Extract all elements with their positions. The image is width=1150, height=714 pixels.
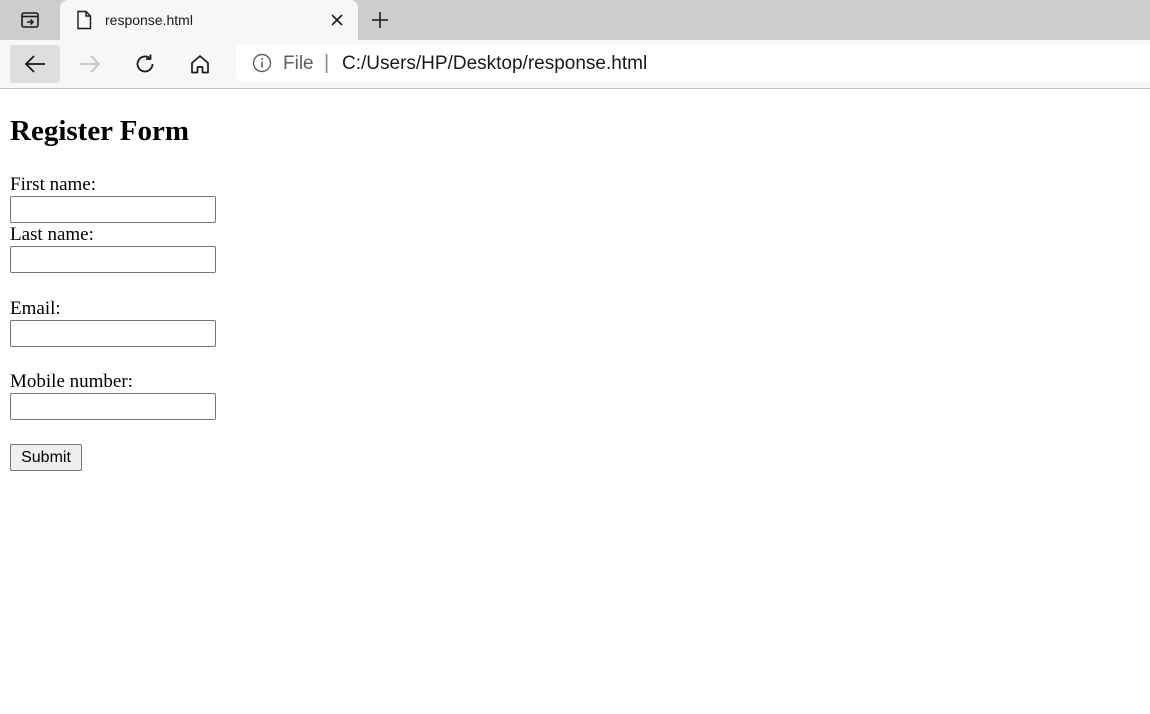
first-name-input[interactable] [10, 196, 216, 223]
email-input[interactable] [10, 320, 216, 347]
tab-title: response.html [105, 12, 193, 28]
refresh-icon [136, 54, 154, 73]
email-label: Email: [10, 298, 61, 319]
document-icon [74, 10, 94, 30]
tab-strip: response.html [0, 0, 1150, 40]
mobile-number-label: Mobile number: [10, 371, 133, 392]
submit-button[interactable]: Submit [10, 444, 82, 471]
last-name-input[interactable] [10, 246, 216, 273]
mobile-number-input[interactable] [10, 393, 216, 420]
url-scheme-label: File [283, 53, 314, 74]
forward-button[interactable] [65, 45, 115, 83]
tab-actions-icon[interactable] [15, 8, 45, 32]
home-icon [191, 55, 209, 74]
close-icon[interactable] [326, 9, 348, 31]
browser-tab[interactable]: response.html [60, 0, 358, 40]
back-button[interactable] [10, 45, 60, 83]
arrow-left-icon [24, 55, 45, 73]
home-button[interactable] [175, 45, 225, 83]
last-name-label: Last name: [10, 224, 94, 245]
browser-toolbar: File | C:/Users/HP/Desktop/response.html [0, 40, 1150, 89]
page-title: Register Form [10, 115, 190, 147]
url-text[interactable]: C:/Users/HP/Desktop/response.html [342, 45, 647, 82]
refresh-button[interactable] [120, 45, 170, 83]
arrow-right-icon [80, 55, 101, 73]
url-separator: | [324, 52, 330, 74]
plus-icon[interactable] [366, 7, 394, 33]
info-icon[interactable] [252, 53, 272, 73]
first-name-label: First name: [10, 174, 97, 195]
address-bar[interactable]: File | C:/Users/HP/Desktop/response.html [236, 45, 1150, 82]
